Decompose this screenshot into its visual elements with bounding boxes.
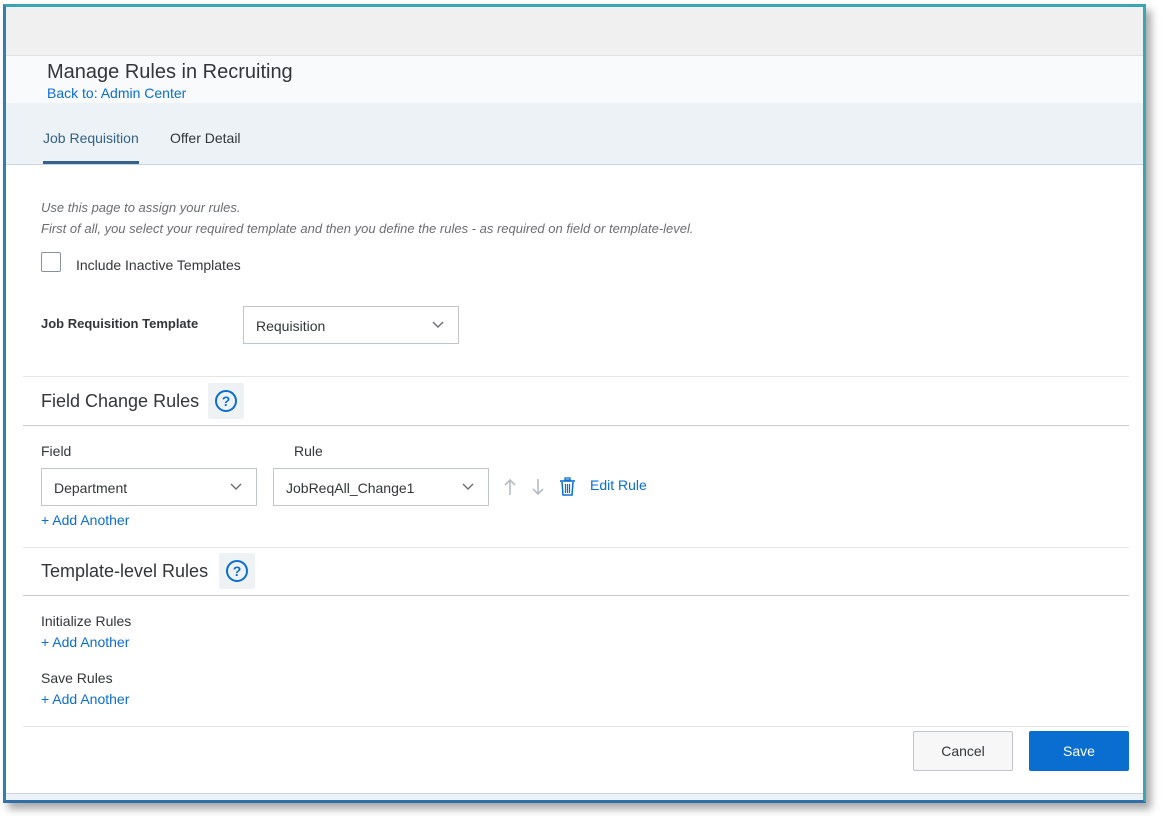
section-divider — [23, 547, 1129, 548]
include-inactive-checkbox[interactable] — [41, 252, 61, 272]
template-level-rules-title: Template-level Rules — [41, 561, 209, 581]
add-initialize-rule-link[interactable]: + Add Another — [41, 634, 129, 650]
arrow-up-icon[interactable] — [503, 477, 517, 497]
template-select-value: Requisition — [256, 318, 326, 334]
include-inactive-label: Include Inactive Templates — [76, 257, 241, 273]
edit-rule-link[interactable]: Edit Rule — [590, 477, 647, 493]
template-select[interactable]: Requisition — [243, 306, 459, 344]
section-divider — [23, 595, 1129, 596]
field-column-header: Field — [41, 443, 72, 459]
help-icon: ? — [215, 390, 237, 412]
template-select-label: Job Requisition Template — [41, 316, 199, 331]
chevron-down-icon — [230, 483, 242, 490]
back-to-admin-center-link[interactable]: Back to: Admin Center — [47, 85, 186, 101]
save-rules-label: Save Rules — [41, 670, 113, 686]
field-select-value: Department — [54, 480, 128, 496]
section-divider — [23, 425, 1129, 426]
add-save-rule-link[interactable]: + Add Another — [41, 691, 129, 707]
trash-icon[interactable] — [559, 477, 576, 496]
page-title: Manage Rules in Recruiting — [47, 61, 293, 83]
page-header: Manage Rules in Recruiting Back to: Admi… — [6, 56, 1143, 103]
section-divider — [23, 726, 1129, 727]
bottom-strip — [6, 793, 1143, 800]
chevron-down-icon — [432, 321, 444, 328]
tab-label: Job Requisition — [43, 130, 139, 146]
tab-offer-detail[interactable]: Offer Detail — [170, 103, 241, 164]
rule-select-value: JobReqAll_Change1 — [286, 480, 415, 496]
top-bar — [6, 7, 1143, 56]
chevron-down-icon — [462, 483, 474, 490]
add-field-rule-link[interactable]: + Add Another — [41, 512, 129, 528]
arrow-down-icon[interactable] — [531, 477, 545, 497]
intro-line-1: Use this page to assign your rules. — [41, 200, 241, 215]
field-change-help-button[interactable]: ? — [208, 383, 244, 419]
field-select[interactable]: Department — [41, 468, 257, 506]
section-divider — [23, 376, 1129, 377]
initialize-rules-label: Initialize Rules — [41, 613, 132, 629]
field-change-rules-title: Field Change Rules — [41, 391, 200, 411]
tab-label: Offer Detail — [170, 130, 241, 146]
active-tab-indicator — [43, 161, 139, 164]
app-window: Manage Rules in Recruiting Back to: Admi… — [3, 4, 1146, 803]
intro-line-2: First of all, you select your required t… — [41, 221, 694, 236]
help-icon: ? — [226, 560, 248, 582]
save-button[interactable]: Save — [1029, 731, 1129, 771]
rule-column-header: Rule — [294, 443, 323, 459]
rule-select[interactable]: JobReqAll_Change1 — [273, 468, 489, 506]
template-level-help-button[interactable]: ? — [219, 553, 255, 589]
tab-job-requisition[interactable]: Job Requisition — [43, 103, 139, 164]
cancel-button[interactable]: Cancel — [913, 731, 1013, 771]
tab-bar: Job Requisition Offer Detail — [6, 103, 1143, 165]
